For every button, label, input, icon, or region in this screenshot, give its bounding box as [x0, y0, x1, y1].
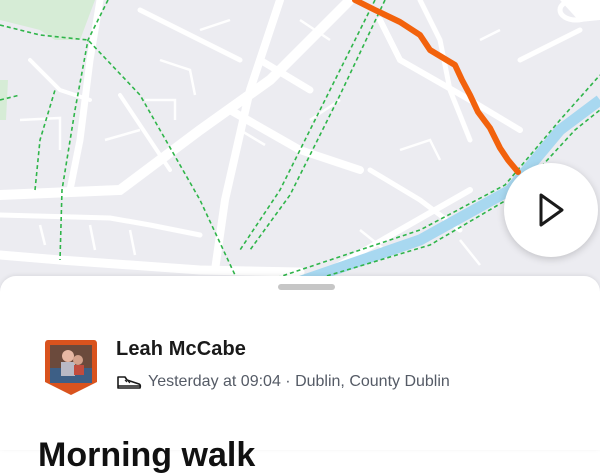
activity-date-location: Yesterday at 09:04 · Dublin, County Dubl… — [148, 373, 450, 390]
activity-title[interactable]: Morning walk — [38, 436, 255, 475]
activity-bottom-sheet[interactable]: Leah McCabe Yesterday at 09:04 · Dublin,… — [0, 276, 600, 474]
athlete-name[interactable]: Leah McCabe — [116, 338, 246, 361]
play-icon — [539, 193, 564, 227]
drag-handle[interactable] — [278, 284, 335, 290]
play-flyover-button[interactable] — [504, 163, 598, 257]
activity-meta: Yesterday at 09:04 · Dublin, County Dubl… — [116, 370, 450, 394]
map-canvas — [0, 0, 600, 300]
shoe-icon — [117, 376, 142, 389]
avatar[interactable] — [44, 338, 98, 396]
route-map[interactable] — [0, 0, 600, 300]
athlete-photo — [45, 340, 97, 395]
